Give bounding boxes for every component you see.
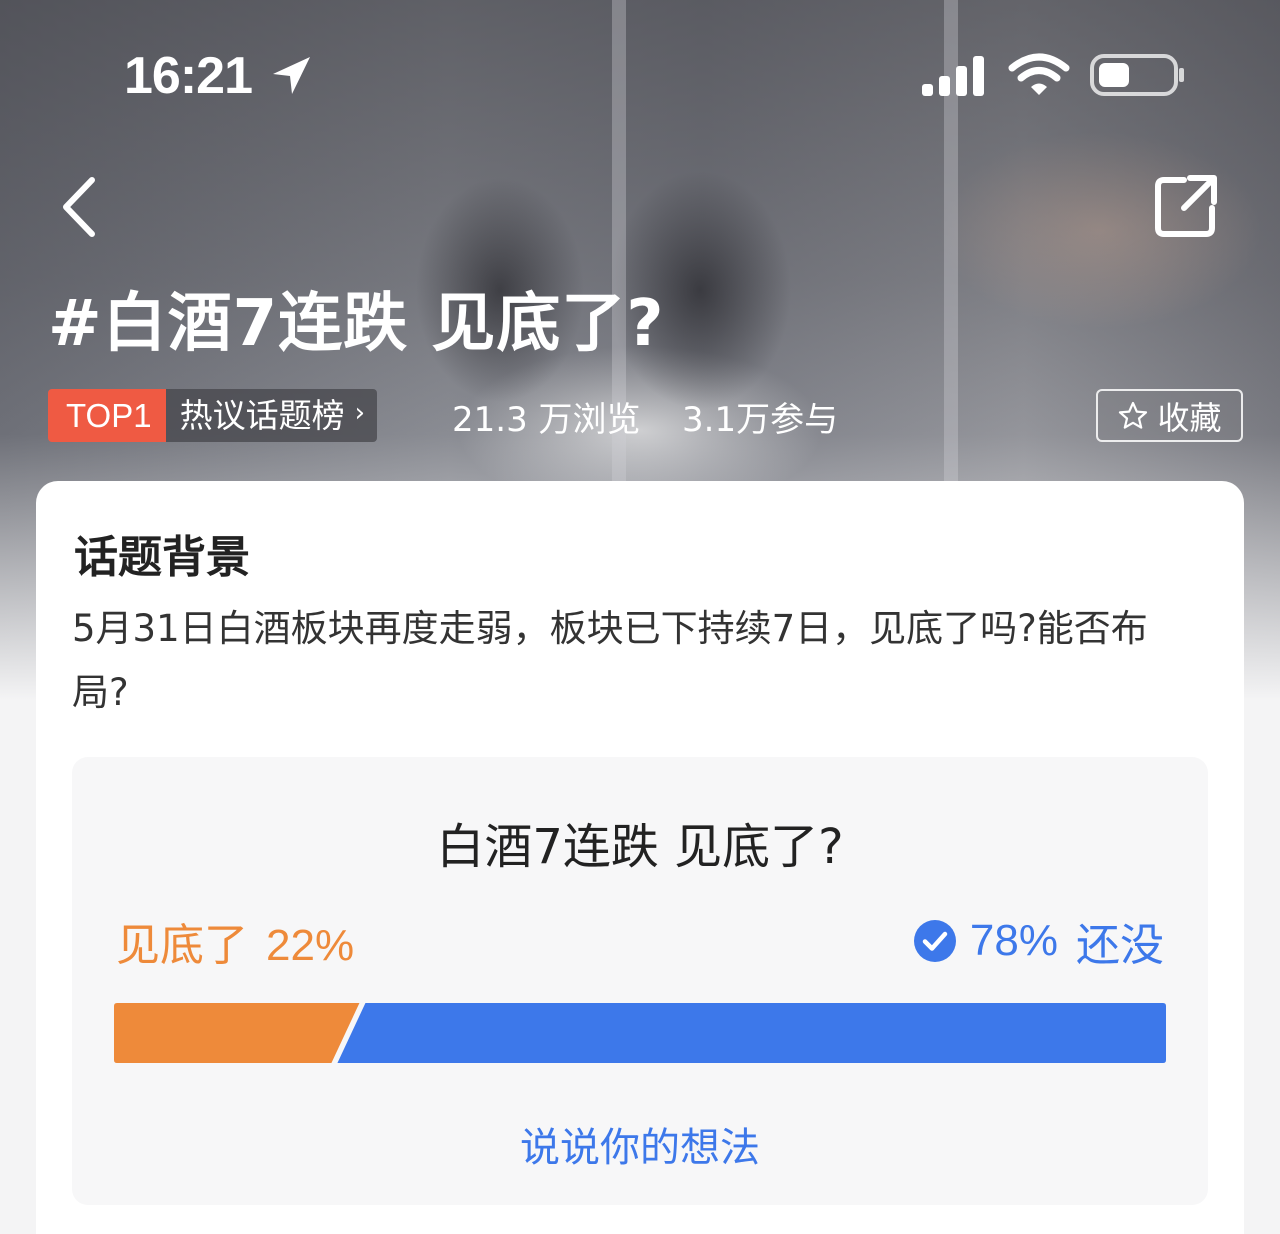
rank-list-link[interactable]: 热议话题榜 › [165, 389, 377, 442]
check-icon [913, 920, 956, 962]
poll-option-percent: 78% [969, 916, 1058, 965]
battery-icon [1090, 54, 1184, 96]
poll-option-label: 见底了 [116, 920, 248, 971]
favorite-button[interactable]: 收藏 [1096, 389, 1243, 442]
star-icon [1119, 401, 1148, 429]
signal-icon [922, 56, 984, 96]
favorite-label: 收藏 [1157, 398, 1222, 437]
views-count: 21.3 万浏览 [452, 400, 641, 440]
topic-title: #白酒7连跌 见底了? [48, 287, 665, 361]
poll-bar-segment-bottomed [114, 1003, 360, 1063]
poll-option-label: 还没 [1076, 920, 1164, 971]
background-text: 5月31日白酒板块再度走弱，板块已下持续7日，见底了吗?能否布局? [72, 607, 1148, 714]
poll-option-bottomed[interactable]: 见底了 22% [116, 909, 354, 973]
poll-box: 白酒7连跌 见底了? 见底了 22% 78% 还没 说说你的想法 [72, 757, 1208, 1205]
poll-option-percent: 22% [266, 921, 355, 970]
topic-card: 话题背景 5月31日白酒板块再度走弱，板块已下持续7日，见底了吗?能否布局? 白… [36, 481, 1244, 1234]
poll-result-bar [114, 1003, 1166, 1063]
share-icon[interactable] [1150, 172, 1220, 242]
participants-count: 3.1万参与 [682, 400, 839, 440]
poll-title: 白酒7连跌 见底了? [436, 819, 844, 875]
poll-option-not-yet[interactable]: 78% 还没 [912, 909, 1164, 973]
wifi-icon [1008, 53, 1070, 95]
location-arrow-icon [273, 57, 310, 94]
chevron-right-icon: › [354, 398, 365, 428]
status-time: 16:21 [124, 47, 253, 105]
share-thoughts-link[interactable]: 说说你的想法 [72, 1115, 1208, 1173]
rank-top-label: TOP1 [48, 389, 166, 442]
background-pillar [612, 0, 626, 520]
rank-badge[interactable]: TOP1 热议话题榜 › [48, 389, 377, 442]
background-heading: 话题背景 [74, 532, 250, 583]
back-icon[interactable] [52, 172, 112, 242]
poll-bar-segment-not-yet [337, 1003, 1166, 1063]
rank-list-label: 热议话题榜 [179, 396, 345, 435]
